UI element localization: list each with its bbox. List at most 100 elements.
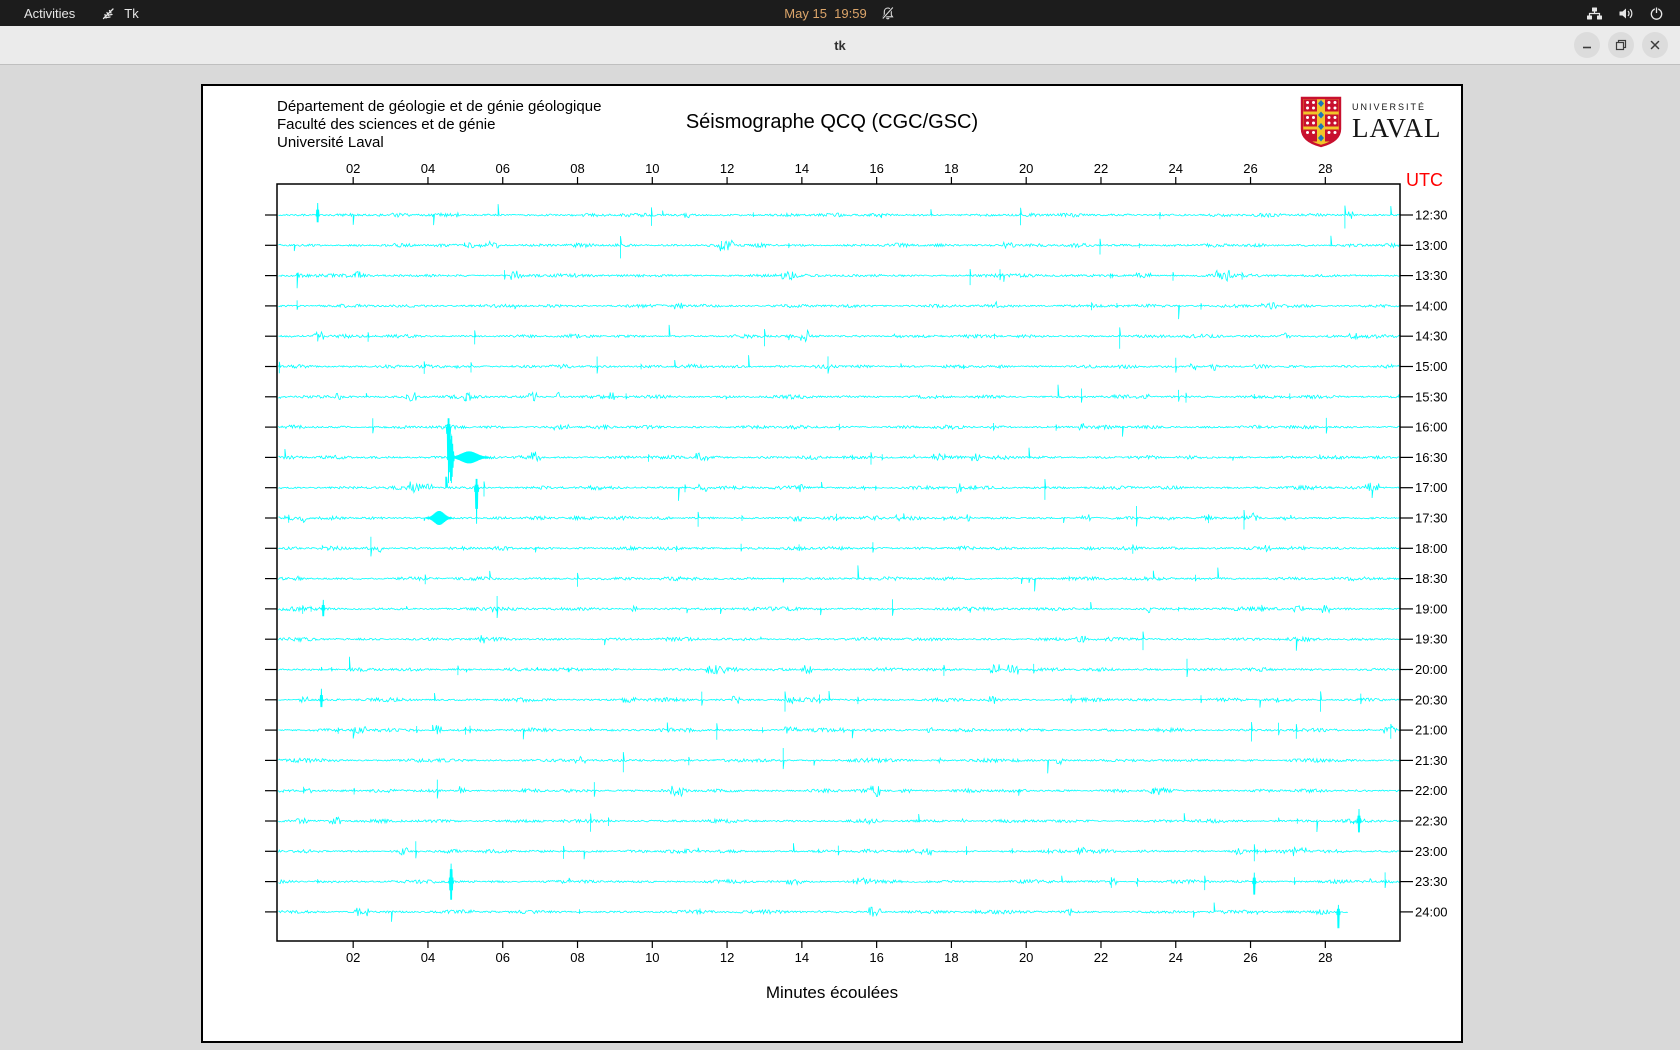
seismogram-trace-1830 [278,565,1401,592]
row-time-label: 13:00 [1415,238,1448,253]
row-time-label: 18:00 [1415,541,1448,556]
focused-app-label: Tk [124,5,139,21]
x-tick-label-top: 12 [720,161,734,176]
row-time-label: 24:00 [1415,904,1448,919]
seismic-event [425,510,453,526]
row-time-label: 22:00 [1415,783,1448,798]
plot-title: Séismographe QCQ (CGC/GSC) [685,111,979,133]
gnome-top-bar: Activities Tk May 15 19:59 [0,0,1680,26]
seismogram-trace-1900 [278,596,1401,619]
clock-menu[interactable]: May 15 19:59 [784,6,895,21]
row-time-label: 18:30 [1415,571,1448,586]
maximize-icon [1615,39,1627,51]
row-time-label: 15:00 [1415,359,1448,374]
x-tick-label-top: 06 [496,161,510,176]
minimize-icon [1583,46,1591,49]
seismogram-trace-1930 [278,631,1401,651]
x-tick-label-bottom: 28 [1318,950,1332,965]
seismogram-trace-2330 [278,872,1401,891]
close-icon [1650,40,1660,50]
row-time-label: 12:30 [1415,208,1448,223]
row-time-label: 19:30 [1415,632,1448,647]
x-tick-label-bottom: 20 [1019,950,1033,965]
x-tick-label-top: 18 [944,161,958,176]
x-tick-label-top: 10 [645,161,659,176]
x-tick-label-top: 04 [421,161,435,176]
x-tick-label-bottom: 06 [496,950,510,965]
seismogram-trace-2100 [278,722,1401,742]
row-time-label: 13:30 [1415,268,1448,283]
desktop: Activities Tk May 15 19:59 tk 02 02 04 0… [0,0,1680,1050]
logo-laval-label: LAVAL [1352,112,1442,143]
system-status-menu[interactable] [1586,6,1664,21]
x-tick-label-top: 20 [1019,161,1033,176]
x-tick-label-bottom: 14 [795,950,809,965]
seismogram-trace-1530 [278,384,1401,403]
power-icon [1649,6,1664,21]
x-tick-label-top: 26 [1243,161,1257,176]
minimize-button[interactable] [1574,32,1600,58]
seismogram-trace-1230 [278,204,1401,229]
institution-line-3: Université Laval [277,134,384,151]
seismic-event [1251,872,1257,895]
seismogram-trace-1430 [278,324,1401,349]
window-content: 02 02 04 04 06 06 08 08 10 10 12 12 14 14 16 16 18 18 20 20… [0,65,1680,1050]
close-button[interactable] [1642,32,1668,58]
row-time-label: 20:00 [1415,662,1448,677]
seismic-event [320,599,326,617]
row-time-label: 20:30 [1415,692,1448,707]
seismic-event [315,202,320,223]
x-tick-label-top: 08 [570,161,584,176]
seismograph-canvas: 02 02 04 04 06 06 08 08 10 10 12 12 14 14 16 16 18 18 20 20… [201,84,1463,1043]
row-time-label: 16:30 [1415,450,1448,465]
activities-button[interactable]: Activities [24,6,75,21]
row-time-label: 17:30 [1415,511,1448,526]
laval-shield-icon [1300,96,1342,148]
x-tick-label-top: 24 [1169,161,1183,176]
x-tick-label-bottom: 26 [1243,950,1257,965]
focused-app-menu[interactable]: Tk [101,5,139,21]
seismogram-trace-1330 [278,268,1401,289]
x-tick-label-bottom: 12 [720,950,734,965]
utc-label: UTC [1406,170,1443,190]
seismic-event [448,451,491,464]
seismic-event [1356,808,1362,833]
x-tick-label-bottom: 04 [421,950,435,965]
row-time-label: 15:30 [1415,389,1448,404]
x-tick-label-top: 14 [795,161,809,176]
seismogram-trace-1400 [278,300,1401,320]
seismic-event [1336,904,1341,929]
maximize-button[interactable] [1608,32,1634,58]
x-tick-label-bottom: 24 [1169,950,1183,965]
row-time-label: 21:30 [1415,753,1448,768]
row-time-label: 23:00 [1415,844,1448,859]
seismogram-trace-1500 [278,355,1401,374]
seismogram-trace-1300 [278,235,1401,259]
laval-logo: UNIVERSITÉ LAVAL [1299,96,1442,148]
seismogram-trace-2130 [278,748,1401,774]
seismogram-trace-1800 [278,536,1401,557]
seismogram-trace-2030 [278,690,1401,712]
x-tick-label-bottom: 02 [346,950,360,965]
notifications-muted-icon [881,6,896,21]
row-time-label: 17:00 [1415,480,1448,495]
seismogram-trace-2200 [278,779,1401,799]
seismogram-trace-1700 [278,476,1401,501]
logo-universite-label: UNIVERSITÉ [1352,101,1427,112]
network-wired-icon [1586,6,1603,21]
seismogram-trace-2300 [278,841,1401,862]
x-tick-label-bottom: 16 [869,950,883,965]
x-axis-title: Minutes écoulées [765,983,899,1002]
row-time-label: 19:00 [1415,601,1448,616]
row-time-label: 22:30 [1415,814,1448,829]
seismogram-trace-2400 [278,902,1348,922]
plot-frame [276,183,1401,942]
x-tick-label-bottom: 08 [570,950,584,965]
window-title: tk [834,37,846,53]
x-tick-label-bottom: 22 [1094,950,1108,965]
row-time-label: 16:00 [1415,420,1448,435]
tk-feather-icon [101,6,116,21]
seismogram-trace-2230 [278,813,1401,833]
volume-icon [1618,6,1634,21]
window-titlebar[interactable]: tk [0,26,1680,65]
